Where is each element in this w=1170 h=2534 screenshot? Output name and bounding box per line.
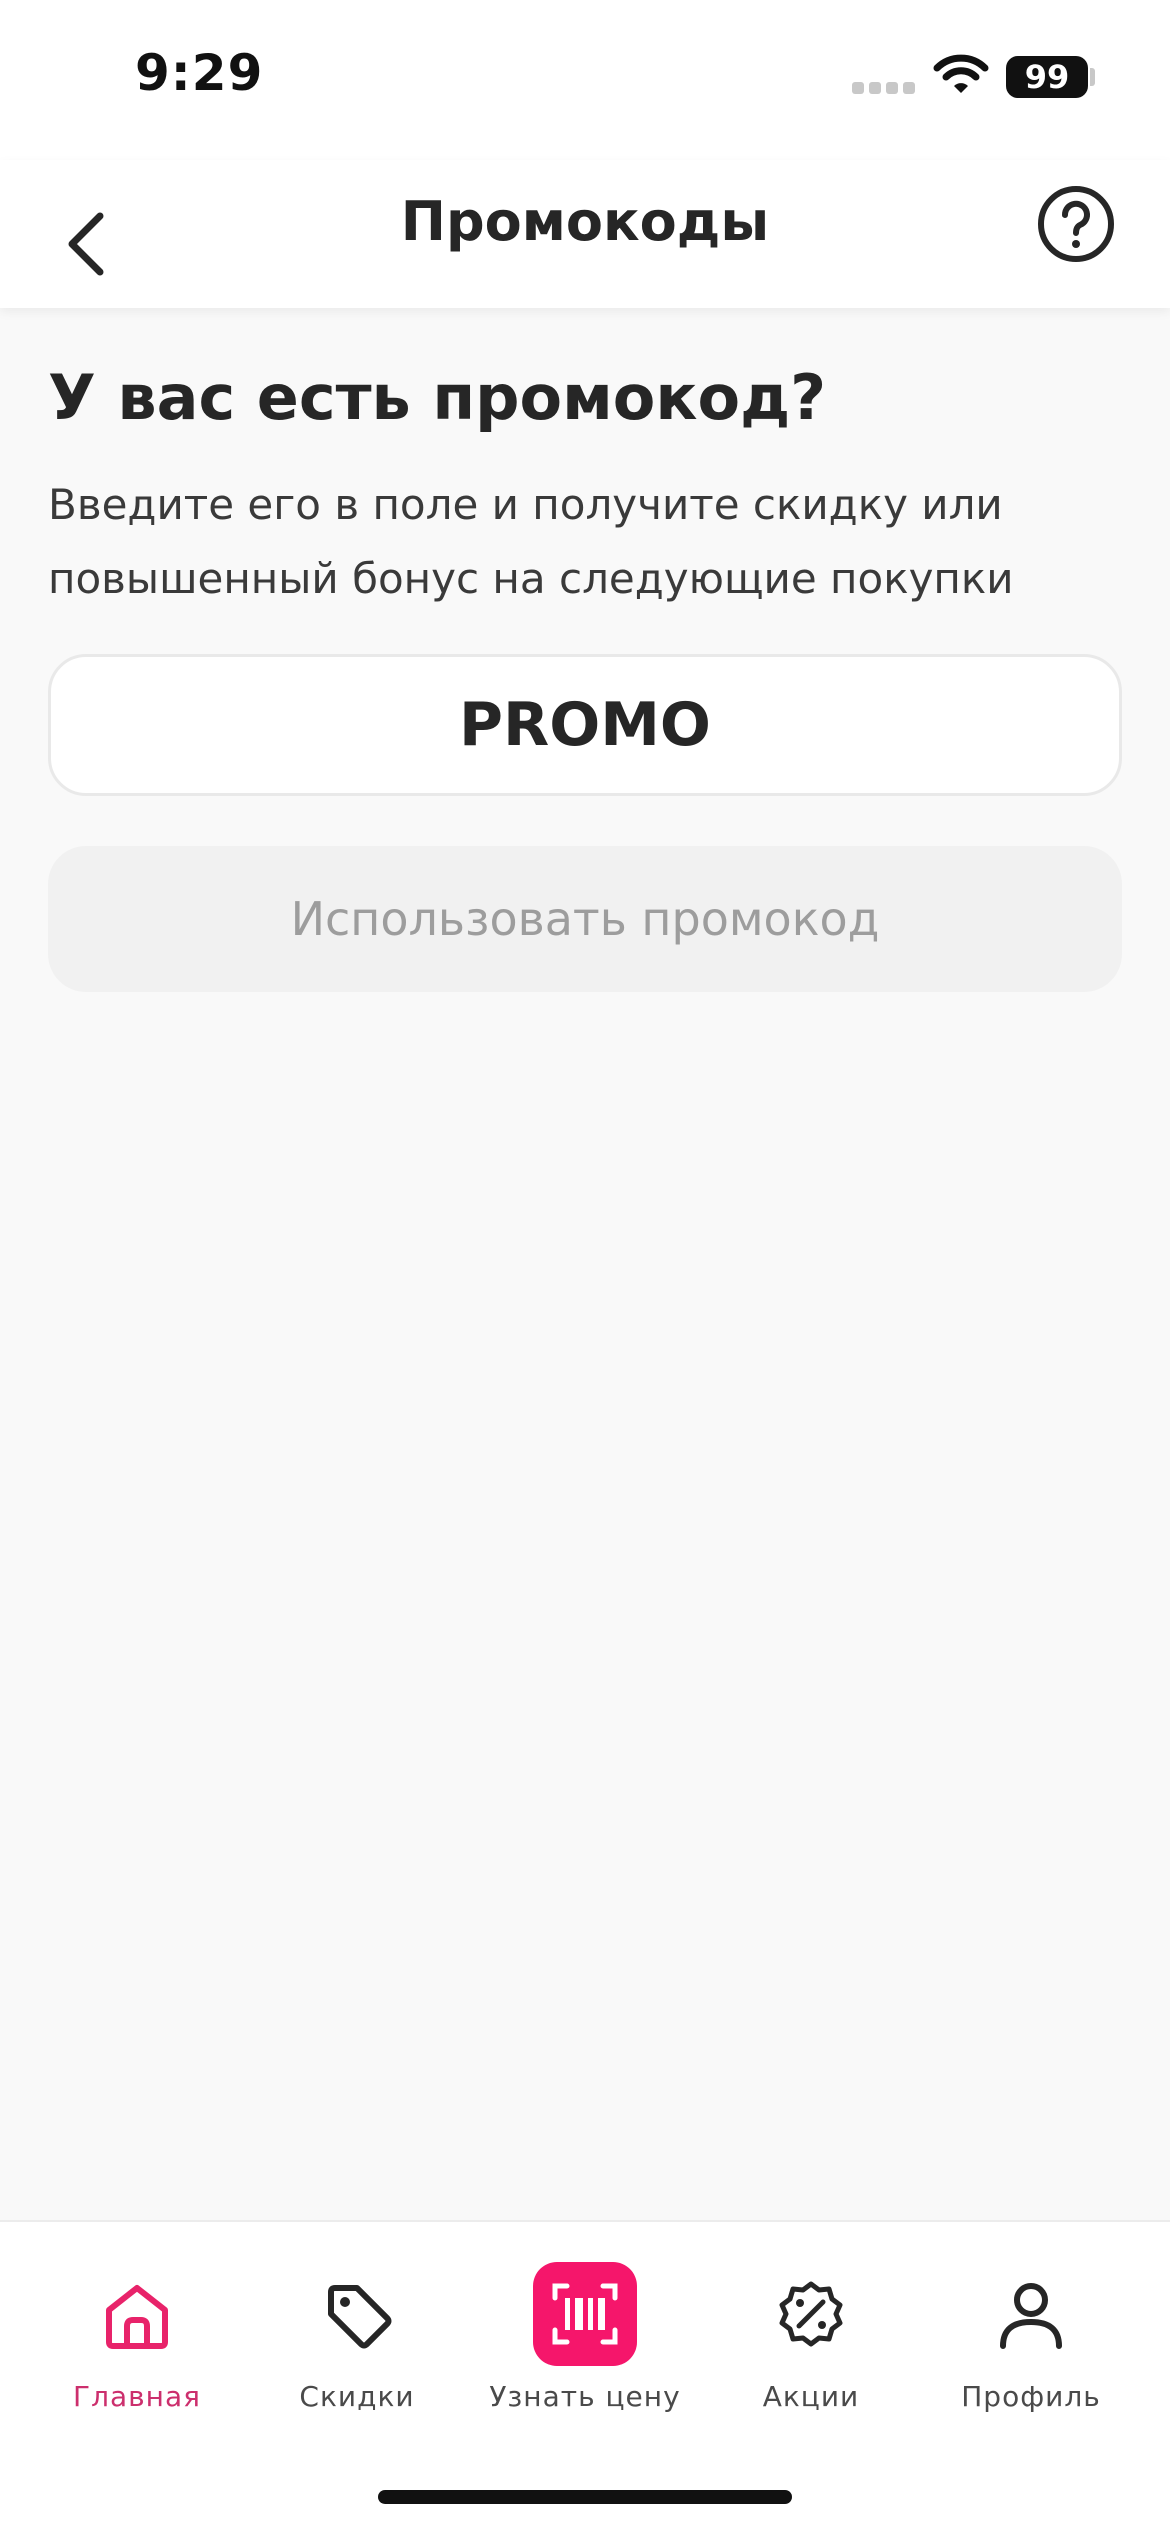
tab-price-check[interactable]: Узнать цену [468,2262,702,2432]
tab-profile-label: Профиль [961,2380,1101,2413]
apply-promo-button[interactable]: Использовать промокод [48,846,1122,992]
home-indicator [378,2490,792,2504]
tab-discounts[interactable]: Скидки [240,2262,474,2432]
question-circle-icon [1038,186,1114,262]
tab-profile[interactable]: Профиль [914,2262,1148,2432]
battery-tip [1090,68,1095,86]
tab-discounts-label: Скидки [299,2380,415,2413]
promo-heading: У вас есть промокод? [48,361,827,434]
promo-description-line-2: повышенный бонус на следующие покупки [48,554,1014,603]
help-button[interactable] [1036,184,1116,264]
battery-level: 99 [1024,58,1070,96]
promo-code-form: У вас есть промокод? Введите его в поле … [48,308,1122,992]
navigation-bar: Промокоды [0,160,1170,308]
wifi-icon [933,54,989,93]
percent-badge-icon [779,2281,843,2347]
promo-description-line-1: Введите его в поле и получите скидку или [48,480,1003,529]
battery-icon: 99 [1006,56,1088,98]
tab-promotions[interactable]: Акции [694,2262,928,2432]
scan-button-background [533,2262,637,2366]
tag-icon [328,2285,392,2349]
home-icon [106,2285,168,2349]
promo-description: Введите его в поле и получите скидку или… [48,468,1122,616]
status-time: 9:29 [135,44,264,102]
tab-home[interactable]: Главная [20,2262,254,2432]
promo-code-input[interactable] [48,654,1122,796]
user-icon [1000,2283,1062,2349]
tab-bar: Главная Скидки Узнать цену Акции Профиль [0,2220,1170,2534]
tab-price-check-label: Узнать цену [489,2380,681,2413]
barcode-scan-icon [552,2283,618,2345]
page-title: Промокоды [400,190,770,253]
status-bar: 9:29 99 [0,0,1170,160]
tab-promotions-label: Акции [762,2380,860,2413]
cellular-signal-icon [852,82,915,94]
tab-home-label: Главная [73,2380,201,2413]
